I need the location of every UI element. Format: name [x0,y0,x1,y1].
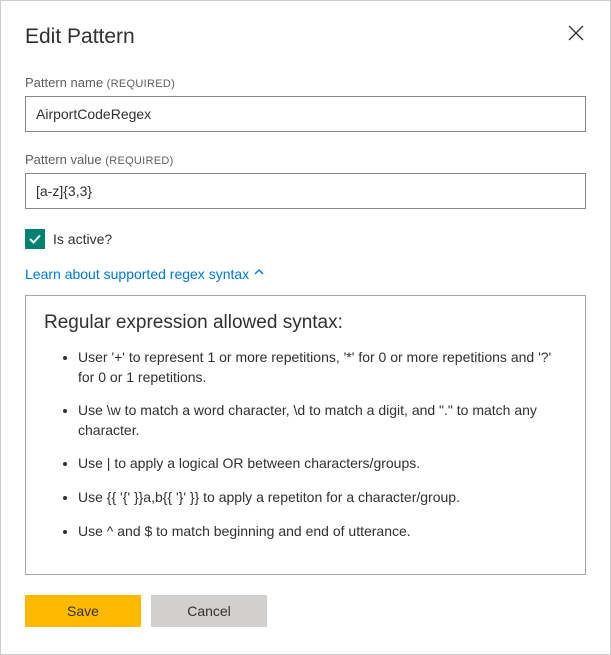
is-active-row: Is active? [25,229,586,249]
regex-syntax-toggle[interactable]: Learn about supported regex syntax [25,265,586,283]
is-active-label: Is active? [53,231,112,247]
is-active-checkbox[interactable] [25,229,45,249]
chevron-up-icon [253,265,265,283]
close-icon [568,21,584,46]
pattern-name-label: Pattern name (REQUIRED) [25,75,586,90]
syntax-item: User '+' to represent 1 or more repetiti… [78,348,567,387]
dialog-buttons: Save Cancel [25,595,586,627]
pattern-name-input[interactable] [25,96,586,132]
pattern-value-label: Pattern value (REQUIRED) [25,152,586,167]
syntax-item: Use \w to match a word character, \d to … [78,401,567,440]
syntax-item: Use | to apply a logical OR between char… [78,454,567,474]
edit-pattern-dialog: Edit Pattern Pattern name (REQUIRED) Pat… [1,1,610,654]
syntax-list: User '+' to represent 1 or more repetiti… [44,348,567,541]
syntax-item: Use ^ and $ to match beginning and end o… [78,522,567,542]
save-button[interactable]: Save [25,595,141,627]
cancel-button[interactable]: Cancel [151,595,267,627]
regex-syntax-link-text: Learn about supported regex syntax [25,266,249,282]
syntax-panel-title: Regular expression allowed syntax: [44,312,567,334]
checkmark-icon [28,232,42,246]
dialog-title: Edit Pattern [25,25,586,49]
close-button[interactable] [564,19,588,49]
syntax-item: Use {{ '{' }}a,b{{ '}' }} to apply a rep… [78,488,567,508]
pattern-value-input[interactable] [25,173,586,209]
regex-syntax-panel[interactable]: Regular expression allowed syntax: User … [25,295,586,575]
